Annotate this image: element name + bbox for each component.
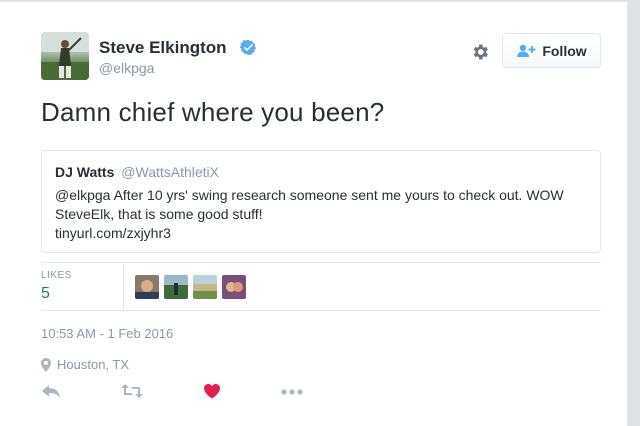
- liker-avatar[interactable]: [135, 275, 159, 299]
- quoted-tweet-header: DJ Watts @WattsAthletiX: [55, 164, 219, 180]
- heart-icon[interactable]: [203, 383, 221, 399]
- likes-label: LIKES: [41, 270, 72, 281]
- location-pin-icon: [41, 357, 51, 372]
- follow-button[interactable]: Follow: [502, 33, 601, 68]
- quoted-author-name: DJ Watts: [55, 164, 115, 180]
- quoted-tweet-text: @elkpga After 10 yrs' swing research som…: [55, 186, 585, 243]
- quoted-link[interactable]: tinyurl.com/zxjyhr3: [55, 224, 585, 243]
- quoted-text-line-2: SteveElk, that is some good stuff!: [55, 206, 263, 222]
- tweet-timestamp[interactable]: 10:53 AM - 1 Feb 2016: [41, 326, 173, 341]
- tweet-text: Damn chief where you been?: [41, 97, 385, 127]
- gear-icon[interactable]: [470, 42, 490, 62]
- quoted-text-line-1: @elkpga After 10 yrs' swing research som…: [55, 187, 564, 203]
- location-label: Houston, TX: [57, 357, 130, 372]
- liker-avatar[interactable]: [164, 275, 188, 299]
- stats-separator: [123, 264, 124, 310]
- tweet-location[interactable]: Houston, TX: [41, 357, 129, 372]
- likers-avatars: [135, 275, 246, 299]
- liker-avatar[interactable]: [222, 275, 246, 299]
- quoted-tweet[interactable]: DJ Watts @WattsAthletiX @elkpga After 10…: [41, 150, 601, 253]
- tweet-card: Steve Elkington @elkpga Follow Damn chie…: [0, 2, 628, 426]
- divider-top: [41, 262, 601, 263]
- retweet-icon[interactable]: [121, 383, 143, 399]
- quoted-author-handle: @WattsAthletiX: [121, 164, 220, 180]
- liker-avatar[interactable]: [193, 275, 217, 299]
- follow-label: Follow: [542, 42, 587, 59]
- verified-badge-icon: [240, 39, 257, 56]
- divider-bottom: [41, 310, 601, 311]
- reply-icon[interactable]: [41, 383, 61, 399]
- author-handle[interactable]: @elkpga: [99, 60, 154, 76]
- author-avatar[interactable]: [41, 32, 89, 80]
- likes-count[interactable]: 5: [41, 285, 50, 303]
- more-icon[interactable]: [281, 389, 303, 395]
- author-name[interactable]: Steve Elkington: [99, 38, 227, 58]
- follow-person-icon: [517, 44, 536, 57]
